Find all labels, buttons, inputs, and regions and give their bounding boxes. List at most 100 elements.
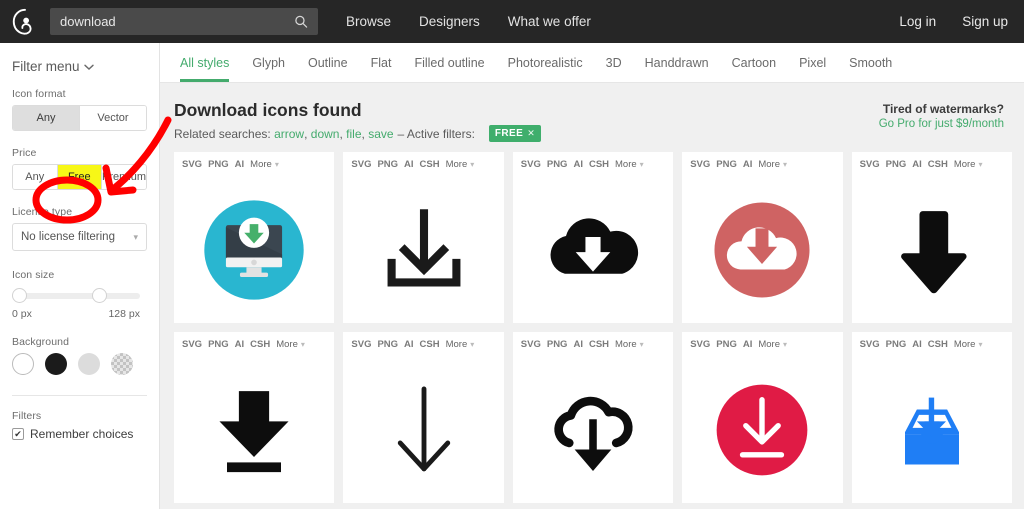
more-formats-button[interactable]: More▾ — [954, 159, 983, 170]
cloud-download-solid-icon[interactable] — [513, 176, 673, 323]
price-option-any[interactable]: Any — [13, 165, 58, 189]
format-ai[interactable]: AI — [235, 159, 245, 170]
icon-card[interactable]: SVG PNG AI CSH More▾ — [343, 152, 503, 323]
format-svg[interactable]: SVG — [860, 159, 880, 170]
format-ai[interactable]: AI — [404, 159, 414, 170]
format-svg[interactable]: SVG — [521, 159, 541, 170]
format-png[interactable]: PNG — [377, 339, 398, 350]
more-formats-button[interactable]: More▾ — [250, 159, 279, 170]
format-svg[interactable]: SVG — [690, 159, 710, 170]
background-swatch-grey[interactable] — [78, 353, 100, 375]
format-svg[interactable]: SVG — [690, 339, 710, 350]
price-option-free[interactable]: Free — [58, 165, 103, 189]
monitor-download-flat-icon[interactable] — [174, 176, 334, 323]
log-in-link[interactable]: Log in — [899, 14, 936, 29]
arrow-down-thick-icon[interactable] — [852, 176, 1012, 323]
format-ai[interactable]: AI — [573, 159, 583, 170]
format-png[interactable]: PNG — [716, 339, 737, 350]
format-csh[interactable]: CSH — [589, 159, 609, 170]
format-ai[interactable]: AI — [743, 339, 753, 350]
tab-glyph[interactable]: Glyph — [252, 56, 285, 82]
icon-card[interactable]: SVG PNG AI CSH More▾ — [852, 332, 1012, 503]
inbox-download-blue-icon[interactable] — [852, 356, 1012, 503]
nav-link-designers[interactable]: Designers — [419, 14, 480, 29]
format-png[interactable]: PNG — [547, 159, 568, 170]
iconfinder-eye-logo[interactable] — [0, 0, 50, 43]
download-circle-crimson-icon[interactable] — [682, 356, 842, 503]
nav-link-browse[interactable]: Browse — [346, 14, 391, 29]
format-csh[interactable]: CSH — [420, 339, 440, 350]
tab-flat[interactable]: Flat — [371, 56, 392, 82]
search-box[interactable] — [50, 8, 318, 35]
download-tray-outline-icon[interactable] — [343, 176, 503, 323]
icon-format-option-any[interactable]: Any — [13, 106, 80, 130]
cloud-download-outline-icon[interactable] — [513, 356, 673, 503]
format-csh[interactable]: CSH — [420, 159, 440, 170]
more-formats-button[interactable]: More▾ — [446, 159, 475, 170]
format-png[interactable]: PNG — [377, 159, 398, 170]
tab-all-styles[interactable]: All styles — [180, 56, 229, 82]
slider-knob-max[interactable] — [92, 288, 107, 303]
format-ai[interactable]: AI — [404, 339, 414, 350]
active-filter-badge-free[interactable]: FREE ✕ — [489, 125, 541, 142]
price-option-premium[interactable]: Premium — [102, 165, 146, 189]
format-svg[interactable]: SVG — [351, 339, 371, 350]
format-csh[interactable]: CSH — [250, 339, 270, 350]
format-png[interactable]: PNG — [208, 339, 229, 350]
icon-card[interactable]: SVG PNG AI CSH More▾ — [343, 332, 503, 503]
search-input[interactable] — [50, 8, 318, 35]
tab-filled-outline[interactable]: Filled outline — [414, 56, 484, 82]
format-png[interactable]: PNG — [208, 159, 229, 170]
related-term-down[interactable]: down — [311, 127, 340, 141]
format-csh[interactable]: CSH — [928, 159, 948, 170]
format-svg[interactable]: SVG — [521, 339, 541, 350]
format-png[interactable]: PNG — [547, 339, 568, 350]
icon-card[interactable]: SVG PNG AI More▾ — [682, 152, 842, 323]
go-pro-link[interactable]: Go Pro for just $9/month — [879, 118, 1004, 130]
tab-outline[interactable]: Outline — [308, 56, 348, 82]
tab-3d[interactable]: 3D — [606, 56, 622, 82]
format-svg[interactable]: SVG — [860, 339, 880, 350]
icon-card[interactable]: SVG PNG AI CSH More▾ — [174, 332, 334, 503]
related-term-arrow[interactable]: arrow — [274, 127, 304, 141]
format-svg[interactable]: SVG — [182, 159, 202, 170]
icon-card[interactable]: SVG PNG AI More▾ — [682, 332, 842, 503]
icon-format-option-vector[interactable]: Vector — [80, 106, 146, 130]
filter-menu-toggle[interactable]: Filter menu — [12, 59, 147, 74]
format-csh[interactable]: CSH — [928, 339, 948, 350]
more-formats-button[interactable]: More▾ — [954, 339, 983, 350]
format-png[interactable]: PNG — [886, 339, 907, 350]
icon-card[interactable]: SVG PNG AI CSH More▾ — [513, 332, 673, 503]
more-formats-button[interactable]: More▾ — [615, 339, 644, 350]
close-icon[interactable]: ✕ — [527, 128, 535, 139]
more-formats-button[interactable]: More▾ — [615, 159, 644, 170]
remember-choices-checkbox[interactable]: ✔ Remember choices — [12, 427, 147, 441]
format-ai[interactable]: AI — [235, 339, 245, 350]
related-term-save[interactable]: save — [368, 127, 393, 141]
tab-smooth[interactable]: Smooth — [849, 56, 892, 82]
related-term-file[interactable]: file — [346, 127, 361, 141]
background-swatch-black[interactable] — [45, 353, 67, 375]
format-csh[interactable]: CSH — [589, 339, 609, 350]
arrow-down-thin-icon[interactable] — [343, 356, 503, 503]
format-png[interactable]: PNG — [716, 159, 737, 170]
format-svg[interactable]: SVG — [351, 159, 371, 170]
format-ai[interactable]: AI — [573, 339, 583, 350]
tab-photorealistic[interactable]: Photorealistic — [508, 56, 583, 82]
icon-size-slider[interactable] — [12, 287, 147, 305]
license-type-select[interactable]: No license filtering ▾ — [12, 223, 147, 251]
format-ai[interactable]: AI — [912, 159, 922, 170]
icon-card[interactable]: SVG PNG AI CSH More▾ — [513, 152, 673, 323]
cloud-download-circle-red-icon[interactable] — [682, 176, 842, 323]
tab-handdrawn[interactable]: Handdrawn — [645, 56, 709, 82]
tab-pixel[interactable]: Pixel — [799, 56, 826, 82]
icon-card[interactable]: SVG PNG AI More▾ — [174, 152, 334, 323]
icon-card[interactable]: SVG PNG AI CSH More▾ — [852, 152, 1012, 323]
more-formats-button[interactable]: More▾ — [758, 159, 787, 170]
more-formats-button[interactable]: More▾ — [276, 339, 305, 350]
format-ai[interactable]: AI — [743, 159, 753, 170]
background-swatch-transparent[interactable] — [111, 353, 133, 375]
format-png[interactable]: PNG — [886, 159, 907, 170]
more-formats-button[interactable]: More▾ — [758, 339, 787, 350]
slider-knob-min[interactable] — [12, 288, 27, 303]
